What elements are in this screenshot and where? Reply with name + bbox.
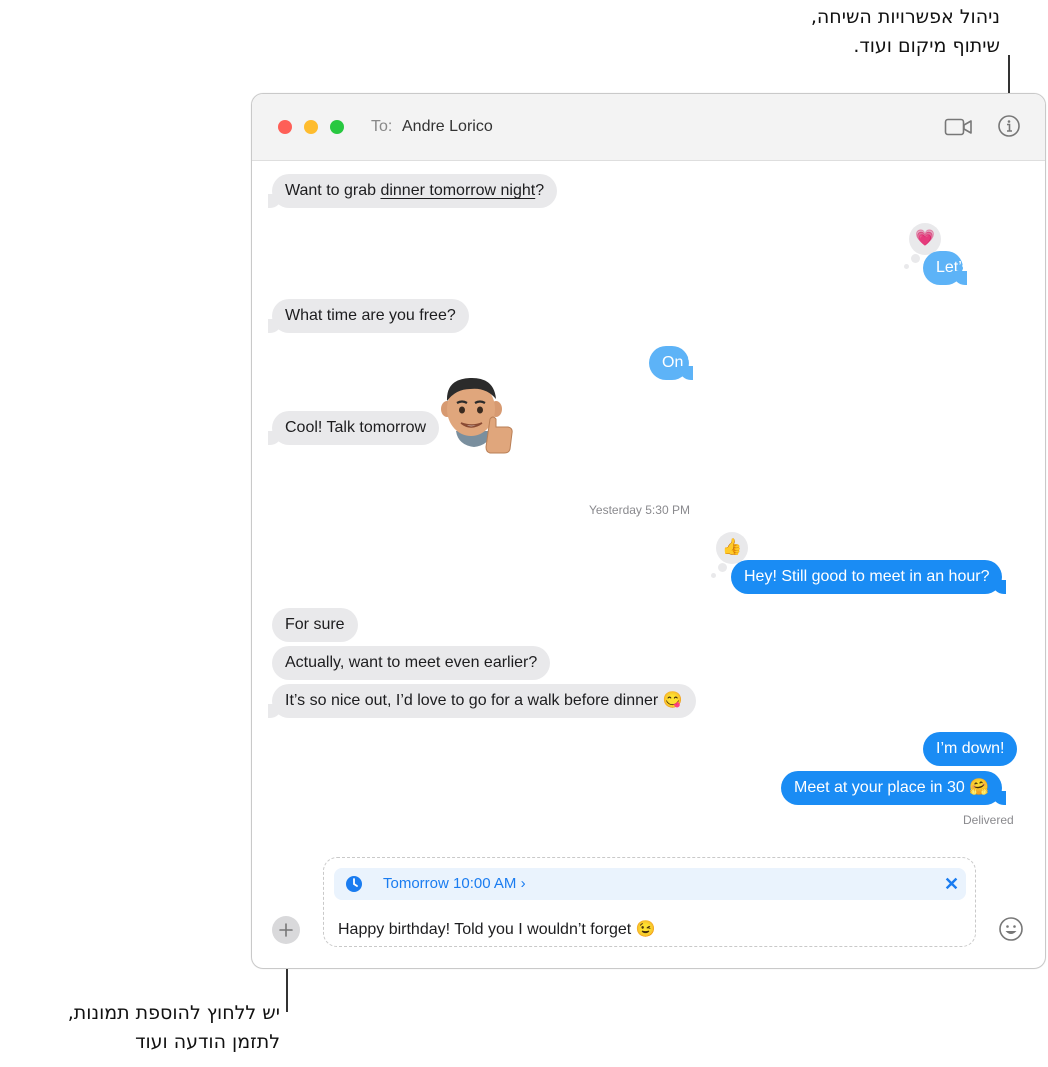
heart-tapback[interactable]: 💗 [909,223,941,255]
message-text: ! [977,354,983,371]
options-callout-line2: שיתוף מיקום ועוד. [853,35,1000,57]
message-incoming[interactable]: What time are you free? [268,299,469,333]
info-icon [998,115,1020,137]
scheduled-time[interactable]: Tomorrow 10:00 AM › [383,875,526,892]
message-text: Cool! Talk tomorrow [285,419,427,436]
memoji-thumbs-up-icon [441,377,513,454]
smiley-icon [999,917,1023,941]
tapback-tail-dot [904,264,909,269]
info-button[interactable] [997,114,1021,138]
heart-icon: 💗 [915,230,935,247]
message-incoming[interactable]: Actually, want to meet even earlier? [272,646,551,680]
message-text: ? [535,182,545,199]
message-composer[interactable]: Tomorrow 10:00 AM › ✕ Happy birthday! To… [323,857,976,947]
delivered-status: Delivered [963,813,1014,827]
message-text: Hey! Still good to meet in an hour? [744,568,990,585]
tapback-tail-dot [711,573,716,578]
emoji-button[interactable] [998,916,1024,942]
message-outgoing[interactable]: Meet at your place in 30 🤗 [781,771,1007,805]
scheduled-send-bar[interactable]: Tomorrow 10:00 AM › ✕ [334,868,966,900]
maximize-window-button[interactable] [330,120,344,134]
options-callout-line1: ניהול אפשרויות השיחה, [810,6,1000,28]
to-label: To: [371,118,393,135]
message-text: Meet at your place in 30 🤗 [794,779,990,796]
minimize-window-button[interactable] [304,120,318,134]
memoji-sticker[interactable] [438,375,518,457]
message-text: On the early side is probably better, li… [662,354,947,371]
message-incoming[interactable]: For sure [272,608,358,642]
plus-icon [279,923,293,937]
message-outgoing[interactable]: On the early side is probably better, li… [649,346,982,380]
thumbs-up-tapback[interactable]: 👍 [716,532,748,564]
timestamp: Yesterday 5:30 PM [589,503,690,517]
message-incoming[interactable]: It’s so nice out, I’d love to go for a w… [268,684,696,718]
add-callout: יש ללחוץ להוספת תמונות, לתזמן הודעה ועוד [0,999,280,1057]
thumbs-up-icon: 👍 [722,539,742,556]
close-window-button[interactable] [278,120,292,134]
message-text: Want to grab [285,182,381,199]
recipient-name[interactable]: Andre Lorico [402,118,493,136]
message-outgoing[interactable]: Hey! Still good to meet in an hour? [731,560,1007,594]
clock-icon [346,876,362,892]
message-text: What time are you free? [285,307,456,324]
add-callout-line1: יש ללחוץ להוספת תמונות, [67,1002,280,1024]
messages-window: To: Andre Lorico Want to grab dinner tom… [251,93,1046,969]
message-outgoing[interactable]: I’m down! [923,732,1018,766]
add-button[interactable] [272,916,300,944]
add-callout-line2: לתזמן הודעה ועוד [135,1031,280,1053]
message-text: It’s so nice out, I’d love to go for a w… [285,692,683,709]
time-link[interactable]: 6:30 [947,354,978,371]
message-text: For sure [285,616,345,633]
message-input[interactable]: Happy birthday! Told you I wouldn’t forg… [338,919,656,939]
message-outgoing[interactable]: Let’s do it [923,251,1004,285]
scheduled-time-label: Tomorrow 10:00 AM [383,875,517,892]
close-icon[interactable]: ✕ [944,874,959,895]
message-text: Let’s do it [936,259,1005,276]
chevron-right-icon: › [520,875,526,892]
message-incoming[interactable]: Want to grab dinner tomorrow night? [267,174,558,208]
event-link[interactable]: dinner tomorrow night [380,182,535,199]
video-camera-icon [944,118,972,136]
message-text: I’m down! [936,740,1005,757]
message-text: Actually, want to meet even earlier? [285,654,538,671]
tapback-tail-dot [718,563,727,572]
title-bar: To: Andre Lorico [252,94,1045,161]
tapback-tail-dot [911,254,920,263]
message-incoming[interactable]: Cool! Talk tomorrow [267,411,440,445]
options-callout: ניהול אפשרויות השיחה, שיתוף מיקום ועוד. [670,3,1000,61]
video-call-button[interactable] [944,116,974,138]
